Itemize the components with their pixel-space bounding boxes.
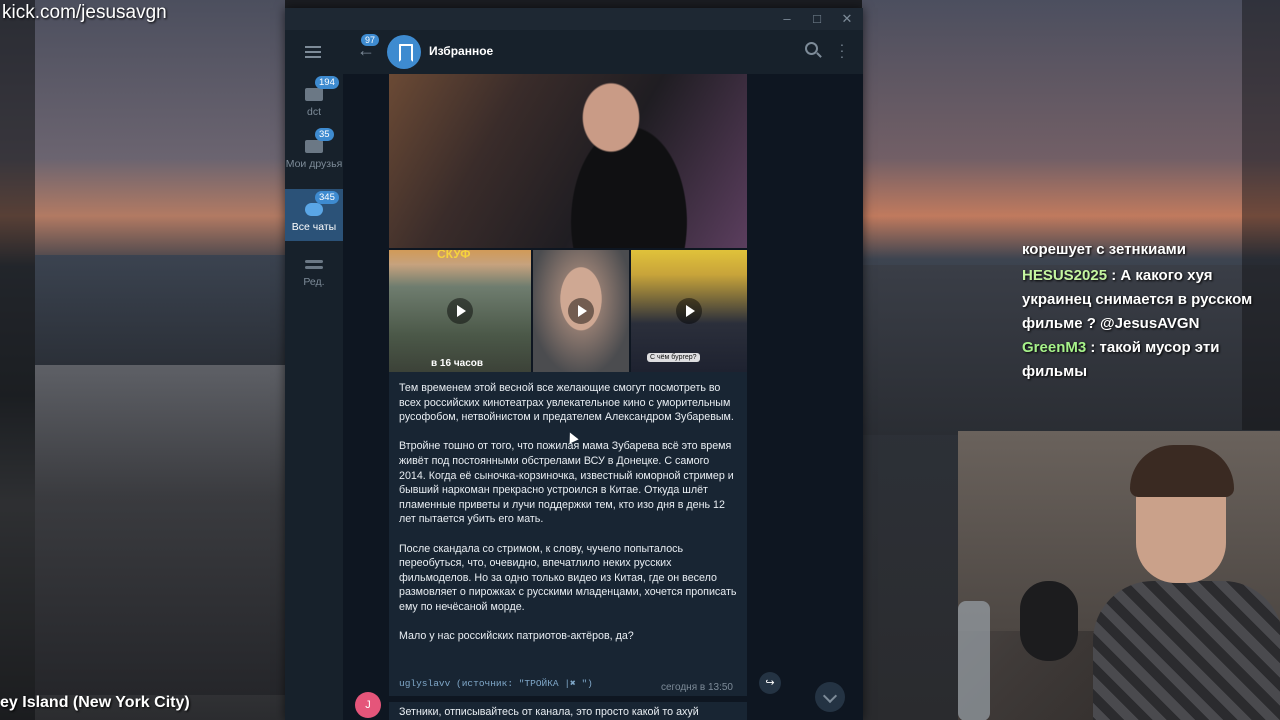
chat-username: HESUS2025 xyxy=(1022,267,1108,284)
media-video-burger[interactable]: С чём бургер? xyxy=(631,250,747,372)
chat-cut-line: корешует с зетнкиами xyxy=(1022,244,1186,258)
message-signature[interactable]: uglyslavv (источник: "ТРОЙКА |✖ ") xyxy=(399,678,593,689)
bookmark-icon[interactable] xyxy=(387,35,421,69)
search-icon[interactable] xyxy=(805,42,818,55)
streamer-body xyxy=(1093,581,1280,720)
unread-badge: 35 xyxy=(315,128,334,141)
microphone-icon xyxy=(1020,581,1078,661)
folder-all-chats[interactable]: 345 Все чаты xyxy=(285,189,343,241)
folder-edit[interactable]: Ред. xyxy=(285,254,343,300)
message-bubble[interactable]: Зетники, отписывайтесь от канала, это пр… xyxy=(389,702,747,720)
folder-friends[interactable]: 35 Мои друзья xyxy=(285,128,343,188)
folder-label: Мои друзья xyxy=(285,158,343,170)
background-coney-island-left xyxy=(0,0,285,720)
message-time: сегодня в 13:50 xyxy=(661,682,733,693)
chat-header: ← 97 Избранное · · · xyxy=(343,30,863,74)
chat-message: GreenM3 : такой мусор эти фильмы xyxy=(1022,336,1272,384)
media-video-main[interactable] xyxy=(389,74,747,248)
play-icon[interactable] xyxy=(568,298,594,324)
message-feed[interactable]: СКУФ в 16 часов С чём бургер? Тем времен… xyxy=(343,74,863,720)
folder-icon: 35 xyxy=(303,128,334,156)
back-unread-badge: 97 xyxy=(361,34,380,46)
sea xyxy=(35,255,285,365)
media-video-city[interactable]: СКУФ в 16 часов xyxy=(389,250,531,372)
stream-frame: kick.com/jesusavgn ey Island (New York C… xyxy=(0,0,1280,720)
telegram-window: – □ ✕ 194 dct 35 Мои друзья 345 Все чаты… xyxy=(285,8,863,720)
close-icon[interactable]: ✕ xyxy=(837,10,857,28)
folder-label: dct xyxy=(306,106,321,118)
frame-edge-left xyxy=(0,0,35,720)
more-vertical-icon[interactable]: · · · xyxy=(839,37,845,63)
chat-message: HESUS2025 : А какого хуя украинец снимае… xyxy=(1022,264,1272,336)
play-icon[interactable] xyxy=(447,298,473,324)
minimize-icon[interactable]: – xyxy=(777,10,797,28)
thumb-overlay-text: СКУФ xyxy=(437,250,471,261)
folder-label: Ред. xyxy=(303,276,325,288)
chats-icon: 345 xyxy=(303,191,339,219)
sliders-icon xyxy=(303,254,325,274)
location-label: ey Island (New York City) xyxy=(0,694,190,711)
shore xyxy=(35,365,285,695)
unread-badge: 194 xyxy=(315,76,339,89)
thumb-question: С чём бургер? xyxy=(647,353,700,362)
message-paragraph: После скандала со стримом, к слову, чуче… xyxy=(399,542,737,613)
message-bubble[interactable]: Тем временем этой весной все желающие см… xyxy=(389,372,747,696)
folders-sidebar: 194 dct 35 Мои друзья 345 Все чаты Ред. xyxy=(285,30,343,720)
message-paragraph: Тем временем этой весной все желающие см… xyxy=(399,382,734,424)
maximize-icon[interactable]: □ xyxy=(807,10,827,28)
media-video-face[interactable] xyxy=(533,250,629,372)
message-paragraph: Втройне тошно от того, что пожилая мама … xyxy=(399,440,734,526)
menu-icon[interactable] xyxy=(305,46,321,58)
unread-badge: 345 xyxy=(315,191,339,204)
folder-icon: 194 xyxy=(303,76,339,104)
water-bottle xyxy=(958,601,990,720)
stream-url: kick.com/jesusavgn xyxy=(2,2,167,23)
avatar[interactable]: J xyxy=(355,692,381,718)
window-titlebar: – □ ✕ xyxy=(285,8,863,30)
message-paragraph: Мало у нас российских патриотов-актёров,… xyxy=(399,630,634,643)
scroll-down-button[interactable] xyxy=(815,682,845,712)
folder-label: Все чаты xyxy=(291,221,337,233)
chat-title[interactable]: Избранное xyxy=(429,44,493,58)
thumb-caption: в 16 часов xyxy=(431,358,484,369)
folder-dct[interactable]: 194 dct xyxy=(285,76,343,130)
video-person xyxy=(539,74,719,248)
stream-chat: корешует с зетнкиами HESUS2025 : А каког… xyxy=(1022,244,1272,384)
share-icon[interactable]: ↪ xyxy=(759,672,781,694)
play-icon[interactable] xyxy=(676,298,702,324)
chat-username: GreenM3 xyxy=(1022,339,1087,356)
webcam-overlay xyxy=(958,431,1280,720)
media-grid: СКУФ в 16 часов С чём бургер? xyxy=(389,250,747,372)
